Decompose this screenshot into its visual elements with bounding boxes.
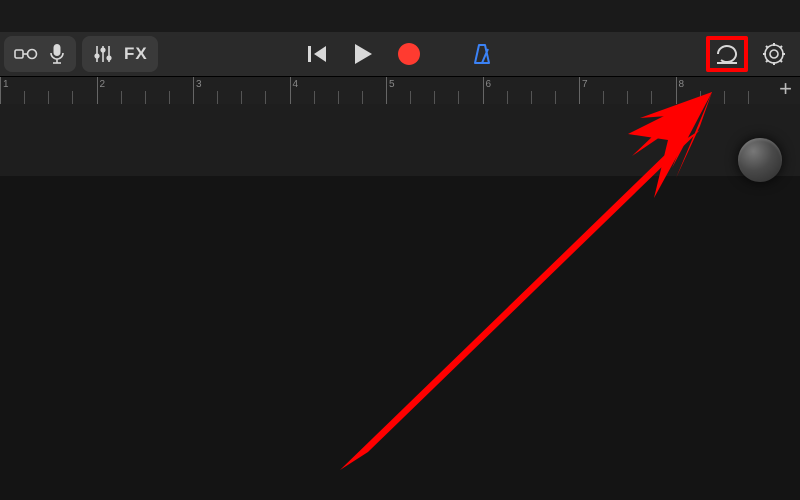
mixer-fx-group: FX [82,36,158,72]
ruler-tick [748,91,749,105]
tracks-header-lane [0,104,800,176]
toolbar-right-group [706,36,786,72]
ruler-bar-line [483,77,484,105]
ruler-bar-line [290,77,291,105]
ruler-tick [724,91,725,105]
transport-controls [306,41,494,67]
jog-knob[interactable] [738,138,782,182]
add-section-button[interactable]: + [779,78,792,100]
play-icon[interactable] [352,42,374,66]
ruler-bar-line [97,77,98,105]
ruler-tick [362,91,363,105]
ruler-bar-line [676,77,677,105]
ruler-tick [555,91,556,105]
ruler-tick [241,91,242,105]
tracks-view-icon[interactable] [14,44,38,64]
mixer-icon[interactable] [92,43,114,65]
tracks-mic-group [4,36,76,72]
ruler-tick [603,91,604,105]
metronome-icon[interactable] [470,42,494,66]
ruler-tick [145,91,146,105]
ruler-bar-line [579,77,580,105]
ruler-bar-label: 4 [293,79,299,90]
ruler-tick [24,91,25,105]
ruler-tick [338,91,339,105]
settings-gear-icon[interactable] [762,42,786,66]
ruler-tick [72,91,73,105]
ruler-bar-label: 2 [100,79,106,90]
loop-button[interactable] [706,36,748,72]
ruler-bar-line [386,77,387,105]
ruler-tick [700,91,701,105]
ruler-bar-label: 3 [196,79,202,90]
ruler-bar-label: 7 [582,79,588,90]
ruler-tick [265,91,266,105]
ruler-tick [314,91,315,105]
ruler-bar-line [193,77,194,105]
ruler-tick [48,91,49,105]
go-to-beginning-icon[interactable] [306,43,330,65]
record-icon[interactable] [396,41,422,67]
ruler-tick [434,91,435,105]
ruler-tick [410,91,411,105]
ruler-tick [627,91,628,105]
ruler-tick [121,91,122,105]
tracks-area[interactable] [0,104,800,500]
ruler-tick [217,91,218,105]
ruler-bar-label: 5 [389,79,395,90]
toolbar-left-group: FX [4,36,158,72]
ruler-bar-label: 8 [679,79,685,90]
ruler-bar-label: 6 [486,79,492,90]
toolbar: FX [0,32,800,76]
ruler-bar-label: 1 [3,79,9,90]
timeline-ruler[interactable]: 1 2 3 4 5 6 7 8 [0,76,800,106]
ruler-tick [507,91,508,105]
fx-button[interactable]: FX [124,44,148,64]
ruler-tick [169,91,170,105]
ruler-bar-line [0,77,1,105]
ruler-tick [651,91,652,105]
ruler-tick [531,91,532,105]
ruler-tick [458,91,459,105]
microphone-icon[interactable] [48,43,66,65]
